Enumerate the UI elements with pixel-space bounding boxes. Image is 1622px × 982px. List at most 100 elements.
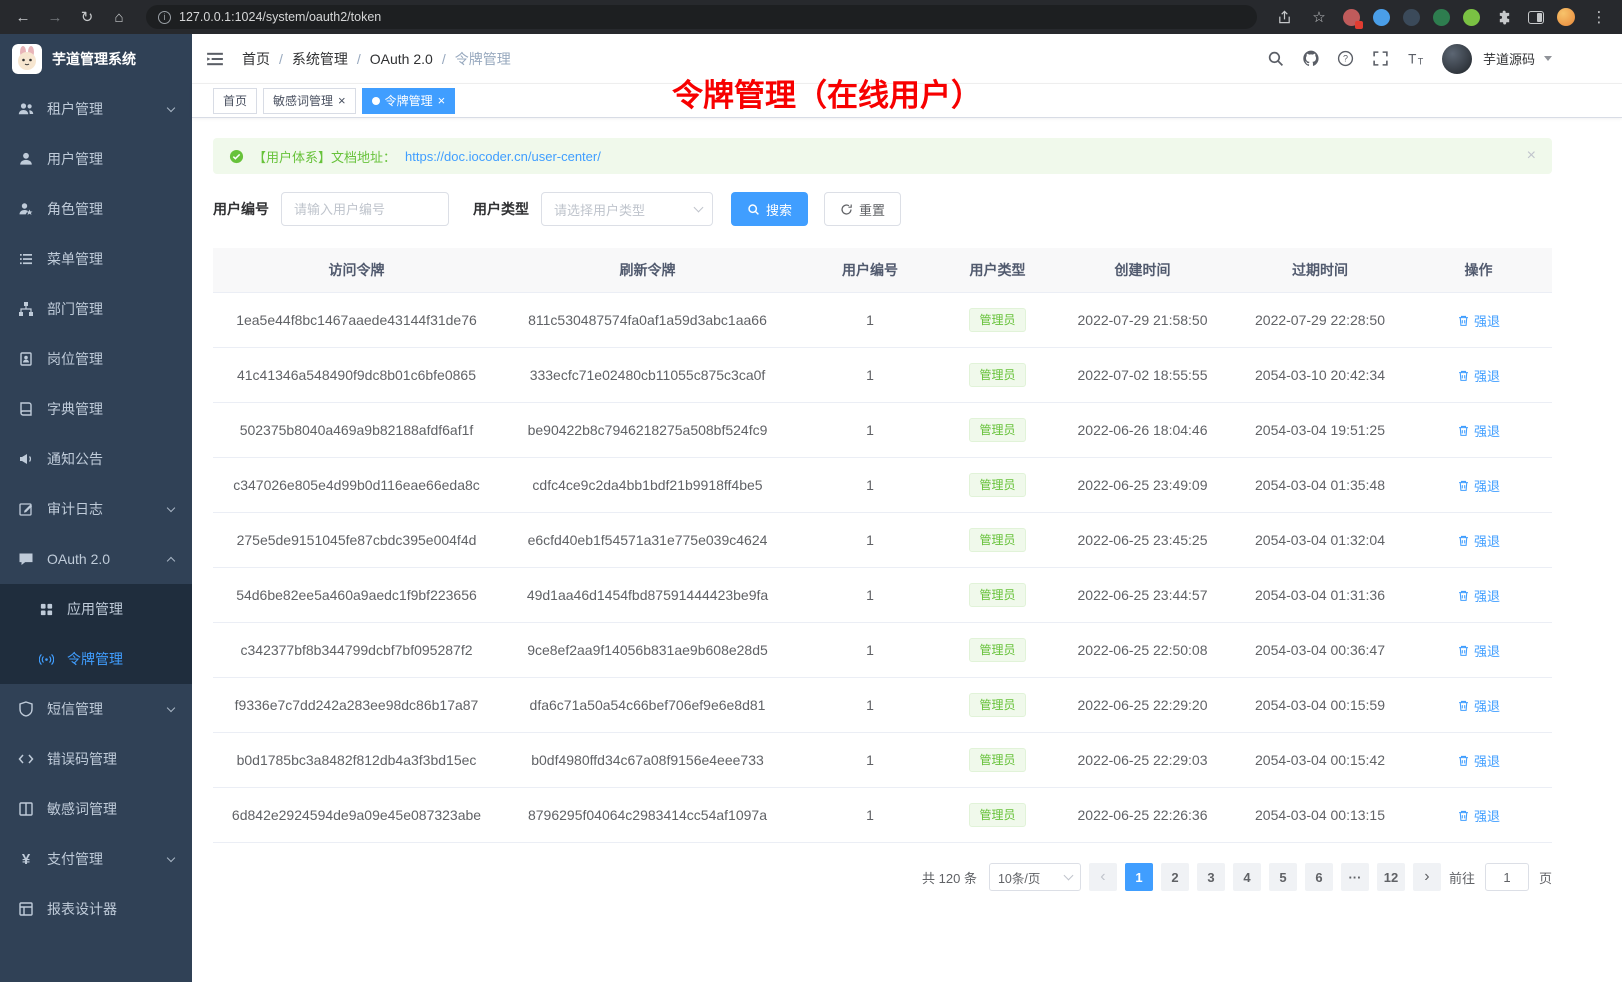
close-icon[interactable]: ×: [338, 94, 346, 107]
sidebar-item-report-designer[interactable]: 报表设计器: [0, 884, 192, 934]
browser-chrome: ← → ↻ ⌂ i 127.0.0.1:1024/system/oauth2/t…: [0, 0, 1622, 34]
search-icon[interactable]: [1267, 50, 1285, 68]
sidebar-item-error-code-management[interactable]: 错误码管理: [0, 734, 192, 784]
extension-icon-4[interactable]: [1433, 9, 1450, 26]
forward-button[interactable]: →: [44, 6, 66, 28]
action-cell: 强退: [1405, 623, 1552, 678]
logo-image: [12, 44, 42, 74]
side-panel-icon[interactable]: [1528, 11, 1544, 24]
page-size-select[interactable]: 10条/页: [989, 863, 1081, 891]
user-type-label: 用户类型: [473, 199, 529, 219]
created-time-cell: 2022-06-25 22:50:08: [1050, 623, 1235, 678]
fullscreen-icon[interactable]: [1372, 50, 1390, 68]
reload-button[interactable]: ↻: [76, 6, 98, 28]
page-button-1[interactable]: 1: [1125, 863, 1153, 891]
prev-page-button[interactable]: ‹: [1089, 863, 1117, 891]
user-icon: [18, 151, 34, 167]
sidebar-item-oauth2[interactable]: OAuth 2.0: [0, 534, 192, 584]
page-button-12[interactable]: 12: [1377, 863, 1405, 891]
site-info-icon[interactable]: i: [158, 11, 171, 24]
browser-profile-avatar[interactable]: [1557, 8, 1575, 26]
tab-label: 首页: [223, 92, 247, 109]
force-logout-button[interactable]: 强退: [1457, 531, 1500, 550]
extension-icon-1[interactable]: [1343, 9, 1360, 26]
tab-home[interactable]: 首页: [213, 88, 257, 114]
github-icon[interactable]: [1302, 50, 1320, 68]
sidebar-item-payment-management[interactable]: ¥ 支付管理: [0, 834, 192, 884]
created-time-cell: 2022-07-29 21:58:50: [1050, 293, 1235, 348]
reset-button[interactable]: 重置: [824, 192, 901, 226]
sidebar-item-token-management[interactable]: 令牌管理: [0, 634, 192, 684]
close-icon[interactable]: ×: [1527, 147, 1536, 165]
page-button-4[interactable]: 4: [1233, 863, 1261, 891]
sidebar-item-role-management[interactable]: 角色管理: [0, 184, 192, 234]
created-time-cell: 2022-07-02 18:55:55: [1050, 348, 1235, 403]
browser-menu-icon[interactable]: ⋮: [1588, 6, 1610, 28]
app-logo[interactable]: 芋道管理系统: [0, 34, 192, 84]
table-row: c342377bf8b344799dcbf7bf095287f2 9ce8ef2…: [213, 623, 1552, 678]
share-icon[interactable]: [1273, 6, 1295, 28]
doc-link[interactable]: https://doc.iocoder.cn/user-center/: [405, 149, 601, 164]
user-name[interactable]: 芋道源码: [1483, 49, 1535, 68]
sidebar-item-user-management[interactable]: 用户管理: [0, 134, 192, 184]
extension-icon-3[interactable]: [1403, 9, 1420, 26]
trash-icon: [1457, 424, 1470, 437]
tab-token-management[interactable]: 令牌管理 ×: [362, 88, 456, 114]
force-logout-button[interactable]: 强退: [1457, 641, 1500, 660]
expire-time-cell: 2054-03-10 20:42:34: [1235, 348, 1405, 403]
force-logout-button[interactable]: 强退: [1457, 696, 1500, 715]
help-icon[interactable]: ?: [1337, 50, 1355, 68]
hamburger-icon[interactable]: [206, 49, 226, 69]
page-ellipsis-button[interactable]: ···: [1341, 863, 1369, 891]
user-type-cell: 管理员: [945, 733, 1050, 788]
page-button-2[interactable]: 2: [1161, 863, 1189, 891]
breadcrumb-oauth2[interactable]: OAuth 2.0: [370, 51, 433, 67]
page-button-6[interactable]: 6: [1305, 863, 1333, 891]
bookmark-star-icon[interactable]: ☆: [1308, 6, 1330, 28]
sidebar-item-menu-management[interactable]: 菜单管理: [0, 234, 192, 284]
sidebar-item-label: 支付管理: [47, 849, 103, 869]
extensions-puzzle-icon[interactable]: [1493, 6, 1515, 28]
caret-down-icon[interactable]: [1544, 56, 1552, 61]
extension-icon-5[interactable]: [1463, 9, 1480, 26]
search-button[interactable]: 搜索: [731, 192, 808, 226]
goto-page-input[interactable]: [1485, 863, 1529, 891]
next-page-button[interactable]: ›: [1413, 863, 1441, 891]
sidebar-item-notice[interactable]: 通知公告: [0, 434, 192, 484]
force-logout-button[interactable]: 强退: [1457, 806, 1500, 825]
page-content: 【用户体系】文档地址： https://doc.iocoder.cn/user-…: [192, 118, 1622, 982]
force-logout-button[interactable]: 强退: [1457, 586, 1500, 605]
sidebar-item-label: OAuth 2.0: [47, 551, 110, 567]
force-logout-button[interactable]: 强退: [1457, 311, 1500, 330]
home-button[interactable]: ⌂: [108, 6, 130, 28]
sidebar-item-label: 敏感词管理: [47, 799, 117, 819]
sidebar-item-tenant-management[interactable]: 租户管理: [0, 84, 192, 134]
sidebar-item-label: 岗位管理: [47, 349, 103, 369]
breadcrumb-current: 令牌管理: [455, 49, 511, 69]
force-logout-button[interactable]: 强退: [1457, 421, 1500, 440]
tab-sensitive-word[interactable]: 敏感词管理 ×: [263, 88, 356, 114]
page-button-5[interactable]: 5: [1269, 863, 1297, 891]
close-icon[interactable]: ×: [438, 94, 446, 107]
breadcrumb-system[interactable]: 系统管理: [292, 49, 348, 69]
sidebar-item-dict-management[interactable]: 字典管理: [0, 384, 192, 434]
page-button-3[interactable]: 3: [1197, 863, 1225, 891]
force-logout-button[interactable]: 强退: [1457, 476, 1500, 495]
user-avatar[interactable]: [1442, 44, 1472, 74]
user-id-input[interactable]: [281, 192, 449, 226]
sidebar-item-department-management[interactable]: 部门管理: [0, 284, 192, 334]
sidebar-item-post-management[interactable]: 岗位管理: [0, 334, 192, 384]
sidebar-item-app-management[interactable]: 应用管理: [0, 584, 192, 634]
force-logout-button[interactable]: 强退: [1457, 366, 1500, 385]
url-bar[interactable]: i 127.0.0.1:1024/system/oauth2/token: [146, 5, 1257, 29]
font-size-icon[interactable]: TT: [1407, 50, 1425, 68]
back-button[interactable]: ←: [12, 6, 34, 28]
sidebar-item-audit-log[interactable]: 审计日志: [0, 484, 192, 534]
sidebar-item-sensitive-word-management[interactable]: 敏感词管理: [0, 784, 192, 834]
user-type-select[interactable]: 请选择用户类型: [541, 192, 713, 226]
sidebar-item-sms-management[interactable]: 短信管理: [0, 684, 192, 734]
force-logout-button[interactable]: 强退: [1457, 751, 1500, 770]
breadcrumb-home[interactable]: 首页: [242, 49, 270, 69]
extension-icon-2[interactable]: [1373, 9, 1390, 26]
sidebar-item-label: 角色管理: [47, 199, 103, 219]
